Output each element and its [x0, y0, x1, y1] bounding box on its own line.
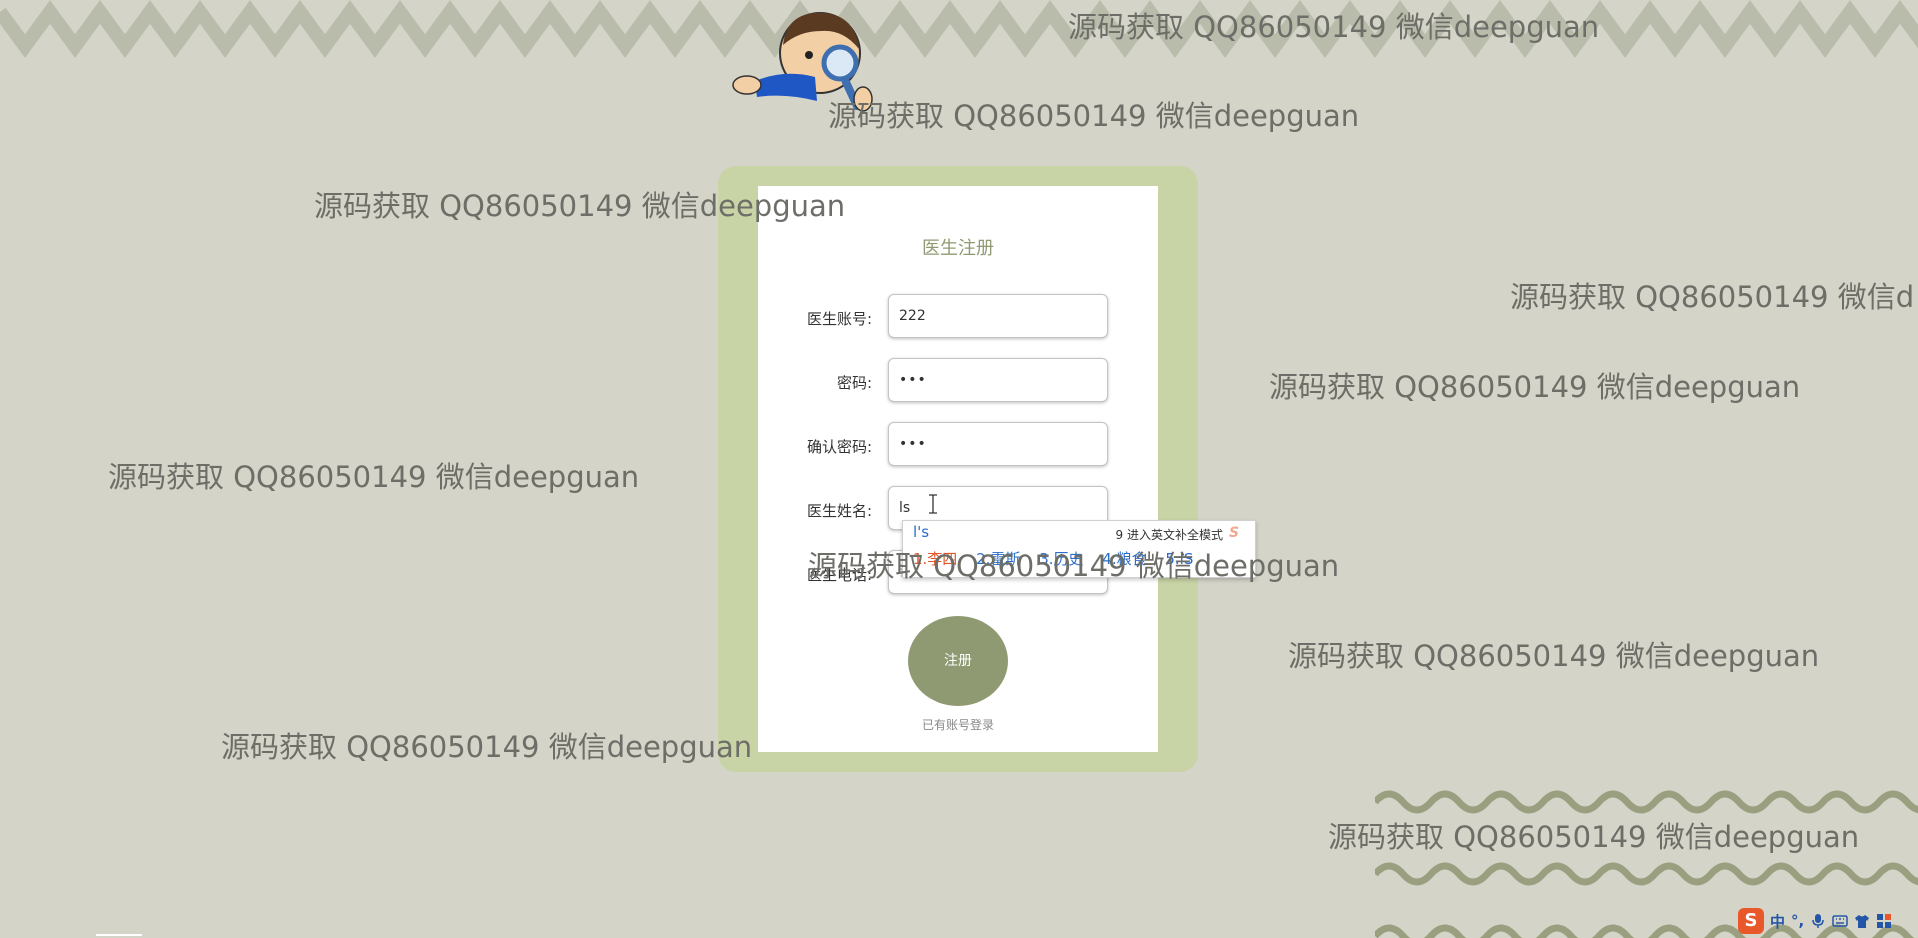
watermark-text: 源码获取 QQ86050149 微信deepguan — [221, 730, 753, 764]
doctor-account-input[interactable]: 222 — [888, 294, 1108, 338]
ime-toolbar: S 中 °, — [1738, 906, 1916, 936]
watermark-text: 源码获取 QQ86050149 微信d — [1510, 280, 1915, 314]
microphone-icon[interactable] — [1810, 913, 1826, 929]
doctor-account-row: 医生账号: 222 — [758, 294, 1158, 342]
password-label: 密码: — [836, 374, 872, 392]
confirm-password-label: 确认密码: — [806, 438, 872, 456]
ime-candidate[interactable]: 4.粮食 — [1102, 550, 1146, 568]
sogou-logo-icon: S — [1229, 525, 1240, 541]
watermark-text: 源码获取 QQ86050149 微信deepguan — [1269, 370, 1801, 404]
register-button[interactable]: 注册 — [908, 616, 1008, 706]
password-input[interactable]: ••• — [888, 358, 1108, 402]
ime-hint[interactable]: 9 进入英文补全模式 — [1116, 526, 1223, 543]
ime-punctuation-toggle[interactable]: °, — [1791, 912, 1804, 930]
confirm-password-input[interactable]: ••• — [888, 422, 1108, 466]
watermark-text: 源码获取 QQ86050149 微信deepguan — [1288, 639, 1820, 673]
form-title: 医生注册 — [922, 238, 994, 259]
doctor-phone-label: 医生电话: — [806, 566, 872, 584]
text-cursor-icon — [929, 494, 937, 514]
keyboard-icon[interactable] — [1832, 913, 1848, 929]
register-form: 医生注册 医生账号: 222 密码: ••• 确认密码: ••• 医生姓名: l… — [758, 186, 1158, 752]
ime-candidates: 1.李四 2.雷斯 3.历史 4.粮食 5.lS — [913, 548, 1207, 569]
skin-shirt-icon[interactable] — [1854, 913, 1870, 929]
password-row: 密码: ••• — [758, 358, 1158, 406]
ime-composition: l's — [913, 523, 930, 541]
ime-candidate[interactable]: 5.lS — [1165, 550, 1193, 568]
confirm-password-row: 确认密码: ••• — [758, 422, 1158, 470]
toolbox-grid-icon[interactable] — [1876, 913, 1892, 929]
ime-candidate[interactable]: 3.历史 — [1039, 550, 1083, 568]
doctor-account-label: 医生账号: — [806, 310, 872, 328]
ime-candidate[interactable]: 1.李四 — [913, 550, 957, 568]
watermark-text: 源码获取 QQ86050149 微信deepguan — [828, 99, 1360, 133]
detective-mascot-image — [732, 12, 873, 112]
ime-candidate-popup: l's 9 进入英文补全模式 S 1.李四 2.雷斯 3.历史 4.粮食 5.l… — [902, 520, 1256, 578]
zigzag-decoration — [0, 0, 1918, 58]
sogou-ime-icon[interactable]: S — [1738, 908, 1764, 934]
doctor-name-label: 医生姓名: — [806, 502, 872, 520]
watermark-text: 源码获取 QQ86050149 微信deepguan — [108, 460, 640, 494]
taskbar-edge — [96, 934, 142, 936]
login-link[interactable]: 已有账号登录 — [758, 716, 1158, 733]
ime-language-toggle[interactable]: 中 — [1770, 911, 1785, 932]
ime-candidate[interactable]: 2.雷斯 — [976, 550, 1020, 568]
